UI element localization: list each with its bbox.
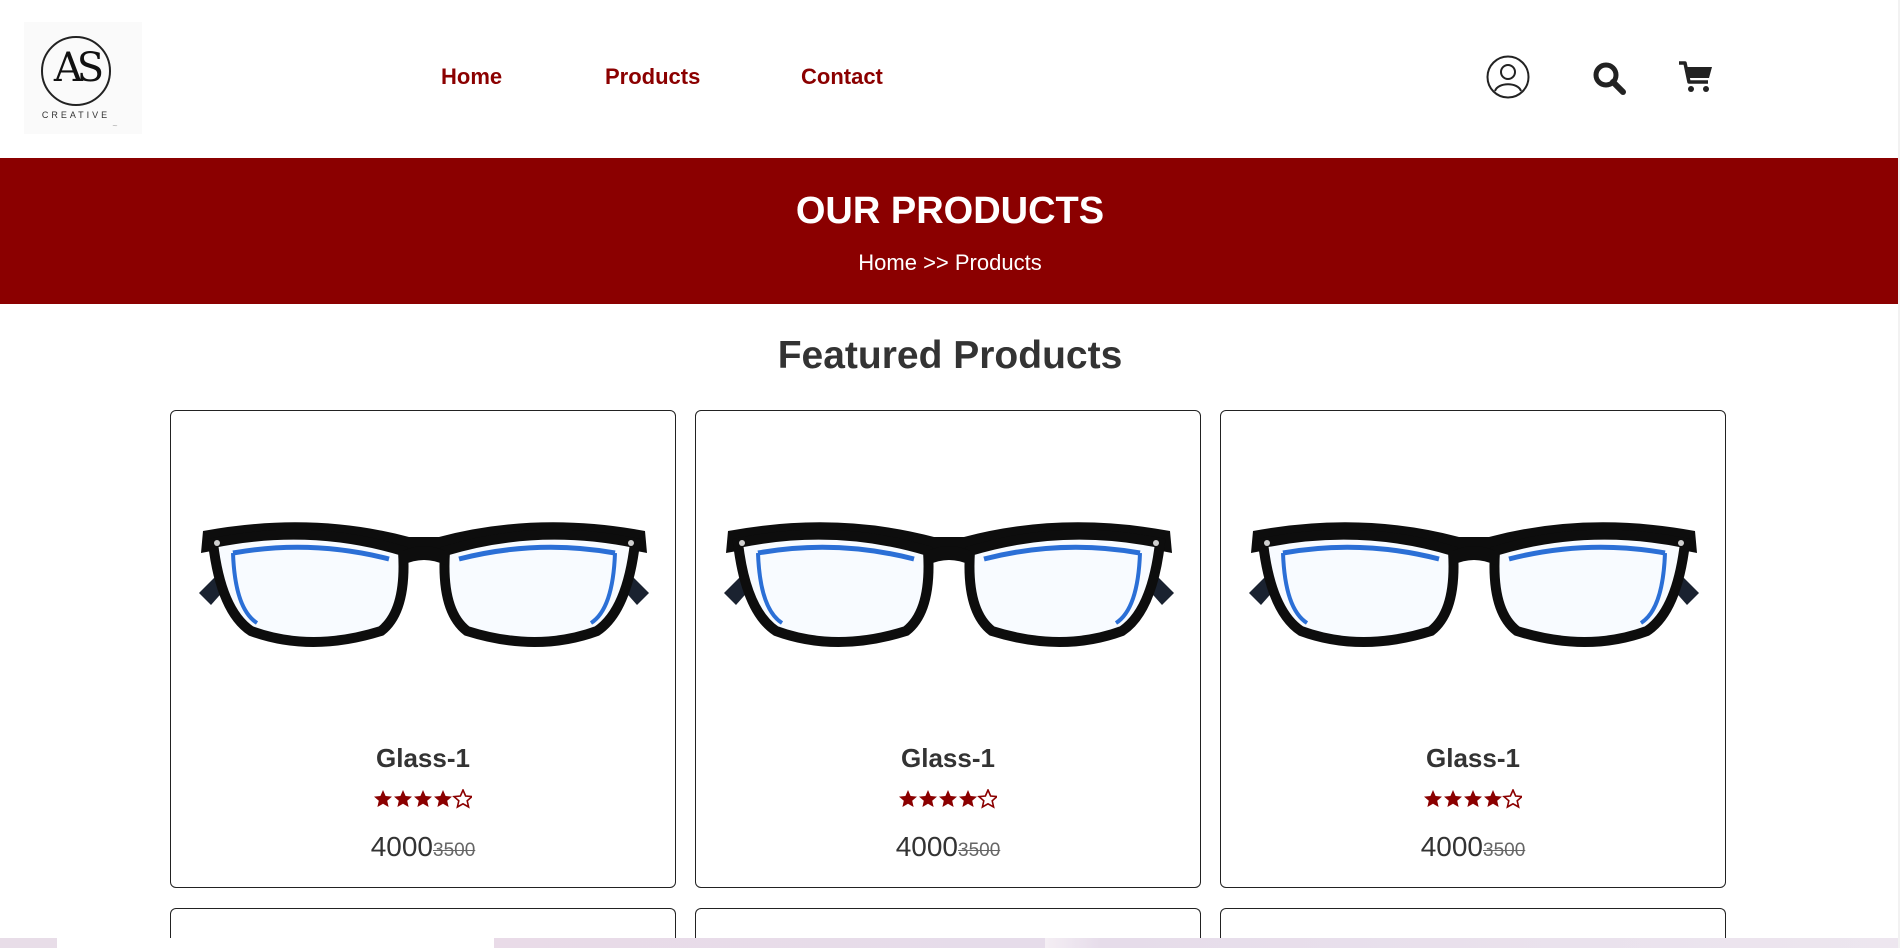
nav-home[interactable]: Home: [441, 64, 502, 90]
product-image[interactable]: [1241, 481, 1707, 681]
logo-subtitle: CREATIVE: [41, 110, 111, 120]
current-price: 4000: [895, 831, 958, 862]
current-price: 4000: [1420, 831, 1483, 862]
site-header: AS CREATIVE ~ Home Products Contact: [0, 0, 1900, 158]
nav-contact[interactable]: Contact: [801, 64, 883, 90]
product-price: 40003500: [1221, 831, 1725, 863]
product-name[interactable]: Glass-1: [1221, 743, 1725, 774]
product-rating: [1221, 789, 1725, 814]
section-title: Featured Products: [777, 334, 1123, 377]
breadcrumb[interactable]: Home >> Products: [0, 250, 1900, 276]
bottom-edge: [0, 938, 1900, 948]
current-price: 4000: [370, 831, 433, 862]
product-name[interactable]: Glass-1: [171, 743, 675, 774]
old-price: 3500: [433, 840, 476, 861]
product-image[interactable]: [716, 481, 1182, 681]
search-icon[interactable]: [1592, 61, 1626, 100]
product-price: 40003500: [696, 831, 1200, 863]
product-name[interactable]: Glass-1: [696, 743, 1200, 774]
product-card[interactable]: Glass-1 40003500: [695, 410, 1201, 888]
product-card[interactable]: Glass-1 40003500: [170, 410, 676, 888]
page-title: OUR PRODUCTS: [795, 190, 1105, 232]
logo-signature: ~: [112, 122, 118, 130]
brand-logo[interactable]: AS CREATIVE ~: [24, 22, 142, 134]
product-card[interactable]: Glass-1 40003500: [1220, 410, 1726, 888]
product-price: 40003500: [171, 831, 675, 863]
product-rating: [171, 789, 675, 814]
nav-products[interactable]: Products: [605, 64, 700, 90]
user-icon[interactable]: [1486, 55, 1530, 104]
product-image[interactable]: [191, 481, 657, 681]
cart-icon[interactable]: [1678, 60, 1714, 99]
logo-monogram: AS: [53, 45, 104, 91]
old-price: 3500: [1483, 840, 1526, 861]
old-price: 3500: [958, 840, 1001, 861]
product-rating: [696, 789, 1200, 814]
page-banner: OUR PRODUCTS Home >> Products: [0, 158, 1900, 304]
